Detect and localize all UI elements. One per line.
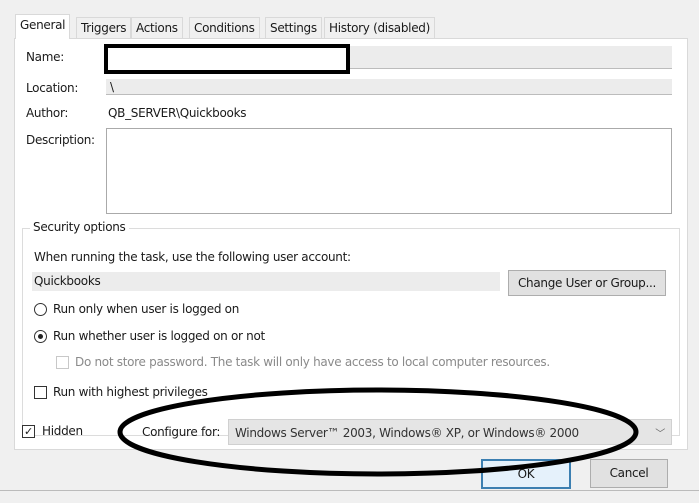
annotation-ellipse xyxy=(117,387,639,477)
hand-drawn-ellipse xyxy=(117,387,639,477)
tab-general[interactable]: General xyxy=(15,14,71,39)
